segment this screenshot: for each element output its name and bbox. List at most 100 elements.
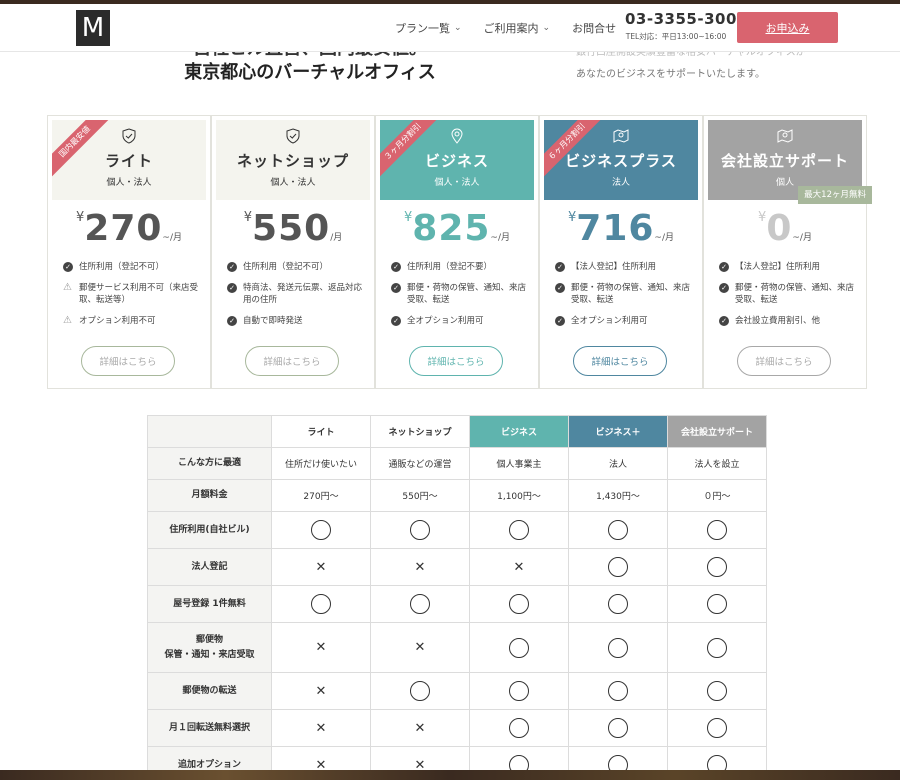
feature-item: ✓ 郵便・荷物の保管、通知、来店受取、転送 <box>555 282 695 306</box>
plan-card-1: ネットショップ 個人・法人 ¥550/月 ✓ 住所利用（登記不可） ✓ 特商法、発送元伝票、… <box>211 115 375 389</box>
price-unit: ~/月 <box>792 233 812 243</box>
nav-item-0[interactable]: プラン一覧 ⌄ <box>395 20 462 36</box>
unavailable-cross-icon: ✕ <box>271 709 371 747</box>
check-circle-icon: ✓ <box>719 262 729 272</box>
hero-desc-line2: あなたのビジネスをサポートいたします。 <box>576 69 765 80</box>
chevron-down-icon: ⌄ <box>454 23 462 33</box>
check-circle-icon: ✓ <box>555 316 565 326</box>
circle-mark-icon <box>707 718 727 738</box>
plan-features: ✓ 住所利用（登記不可） ⚠ 郵便サービス利用不可（来店受取、転送等） ⚠ オプション利用… <box>63 261 203 336</box>
row-header: 屋号登録 1件無料 <box>147 585 272 623</box>
cross-mark-icon: ✕ <box>513 559 525 575</box>
price-value: 716 <box>576 208 655 249</box>
feature-item: ✓ 郵便・荷物の保管、通知、来店受取、転送 <box>391 282 531 306</box>
available-circle-icon <box>568 672 668 710</box>
apply-button[interactable]: お申込み <box>737 12 838 43</box>
plan-audience: 個人・法人 <box>270 178 316 188</box>
plan-card-3: ビジネスプラス 法人 ６ヶ月分割引 ¥716~/月 ✓ 【法人登記】住所利用 ✓ 郵便・荷物の… <box>539 115 703 389</box>
plan-price: ¥270~/月 <box>48 208 210 249</box>
plan-detail-button[interactable]: 詳細はこちら <box>409 346 503 376</box>
circle-mark-icon <box>311 520 331 540</box>
table-row: 郵便物の転送 ✕ <box>147 672 767 710</box>
free-months-tag: 最大12ヶ月無料 <box>798 186 872 204</box>
row-header: 法人登記 <box>147 548 272 586</box>
nav-item-1[interactable]: ご利用案内 ⌄ <box>484 20 551 36</box>
unavailable-cross-icon: ✕ <box>271 622 371 673</box>
check-circle-icon: ✓ <box>555 283 565 293</box>
feature-item: ⚠ 郵便サービス利用不可（来店受取、転送等） <box>63 282 203 306</box>
circle-mark-icon <box>707 520 727 540</box>
feature-item: ✓ 自動で即時発送 <box>227 315 367 327</box>
feature-item: ✓ 特商法、発送元伝票、返品対応用の住所 <box>227 282 367 306</box>
plan-card-0: ライト 個人・法人 国内最安値 ¥270~/月 ✓ 住所利用（登記不可） ⚠ 郵便サービス利用… <box>47 115 211 389</box>
warning-icon: ⚠ <box>63 282 72 293</box>
available-circle-icon <box>370 511 470 549</box>
feature-item: ✓ 郵便・荷物の保管、通知、来店受取、転送 <box>719 282 859 306</box>
table-cell: 1,100円～ <box>469 479 569 512</box>
phone-number[interactable]: 03-3355-3000 <box>625 10 747 28</box>
table-cell: 個人事業主 <box>469 447 569 480</box>
plan-audience: 個人・法人 <box>434 178 480 188</box>
feature-item: ✓ 会社設立費用割引、他 <box>719 315 859 327</box>
unavailable-cross-icon: ✕ <box>370 622 470 673</box>
available-circle-icon <box>271 511 371 549</box>
circle-mark-icon <box>509 681 529 701</box>
row-header: 月額料金 <box>147 479 272 512</box>
available-circle-icon <box>469 511 569 549</box>
site-header: M プラン一覧 ⌄ ご利用案内 ⌄ お問合せ 03-3355-3000 TEL対応：平日… <box>0 4 900 52</box>
plan-cards: ライト 個人・法人 国内最安値 ¥270~/月 ✓ 住所利用（登記不可） ⚠ 郵便サービス利用… <box>47 115 872 389</box>
unavailable-cross-icon: ✕ <box>469 548 569 586</box>
plan-detail-button[interactable]: 詳細はこちら <box>737 346 831 376</box>
available-circle-icon <box>568 622 668 673</box>
plan-detail-button[interactable]: 詳細はこちら <box>245 346 339 376</box>
feature-text: 郵便・荷物の保管、通知、来店受取、転送 <box>735 283 855 305</box>
column-header: ビジネス <box>469 415 569 448</box>
available-circle-icon <box>370 672 470 710</box>
circle-mark-icon <box>707 557 727 577</box>
plan-card-4: 会社設立サポート 個人 最大12ヶ月無料 ¥0~/月 ✓ 【法人登記】住所利用 ✓ 郵便・荷物… <box>703 115 872 389</box>
circle-mark-icon <box>707 594 727 614</box>
price-value: 0 <box>766 208 793 249</box>
yen-symbol: ¥ <box>567 210 577 225</box>
feature-text: 【法人登記】住所利用 <box>735 262 821 272</box>
plan-name: ネットショップ <box>236 152 349 170</box>
table-row: 法人登記 ✕ ✕ ✕ <box>147 548 767 586</box>
column-header: 会社設立サポート <box>667 415 767 448</box>
available-circle-icon <box>667 709 767 747</box>
plan-price: ¥0~/月 <box>704 208 866 249</box>
phone-hours: TEL対応：平日13:00~16:00 <box>625 32 727 41</box>
table-cell: 住所だけ使いたい <box>271 447 371 480</box>
table-cell: 550円～ <box>370 479 470 512</box>
table-row: 月額料金 270円～ 550円～ 1,100円～ 1,430円～ ０円～ <box>147 479 767 512</box>
nav-item-2[interactable]: お問合せ <box>572 20 616 36</box>
price-unit: ~/月 <box>162 233 182 243</box>
feature-text: 住所利用（登記不可） <box>79 262 165 272</box>
shield-check-icon <box>216 128 370 146</box>
row-header: こんな方に最適 <box>147 447 272 480</box>
nav-item-label: ご利用案内 <box>483 22 539 35</box>
plan-price: ¥716~/月 <box>540 208 702 249</box>
circle-mark-icon <box>608 557 628 577</box>
feature-item: ✓ 住所利用（登記不要） <box>391 261 531 273</box>
check-circle-icon: ✓ <box>719 283 729 293</box>
circle-mark-icon <box>707 681 727 701</box>
price-unit: /月 <box>330 233 343 243</box>
plan-detail-button[interactable]: 詳細はこちら <box>81 346 175 376</box>
plan-card-2: ビジネス 個人・法人 ３ヶ月分割引 ¥825~/月 ✓ 住所利用（登記不要） ✓ 郵便・荷物の… <box>375 115 539 389</box>
site-logo[interactable]: M <box>76 10 110 46</box>
plan-card-header: ビジネス 個人・法人 ３ヶ月分割引 <box>380 120 534 200</box>
plan-card-header: ネットショップ個人・法人 <box>216 120 370 200</box>
row-header: 月１回転送無料選択 <box>147 709 272 747</box>
check-circle-icon: ✓ <box>391 283 401 293</box>
check-circle-icon: ✓ <box>555 262 565 272</box>
check-circle-icon: ✓ <box>227 316 237 326</box>
check-circle-icon: ✓ <box>391 262 401 272</box>
available-circle-icon <box>469 709 569 747</box>
nav-item-label: お問合せ <box>572 22 617 35</box>
plan-detail-button[interactable]: 詳細はこちら <box>573 346 667 376</box>
feature-text: 住所利用（登記不可） <box>243 262 329 272</box>
unavailable-cross-icon: ✕ <box>271 672 371 710</box>
price-value: 825 <box>412 208 491 249</box>
cross-mark-icon: ✕ <box>414 559 426 575</box>
feature-text: 全オプション利用可 <box>571 316 648 326</box>
